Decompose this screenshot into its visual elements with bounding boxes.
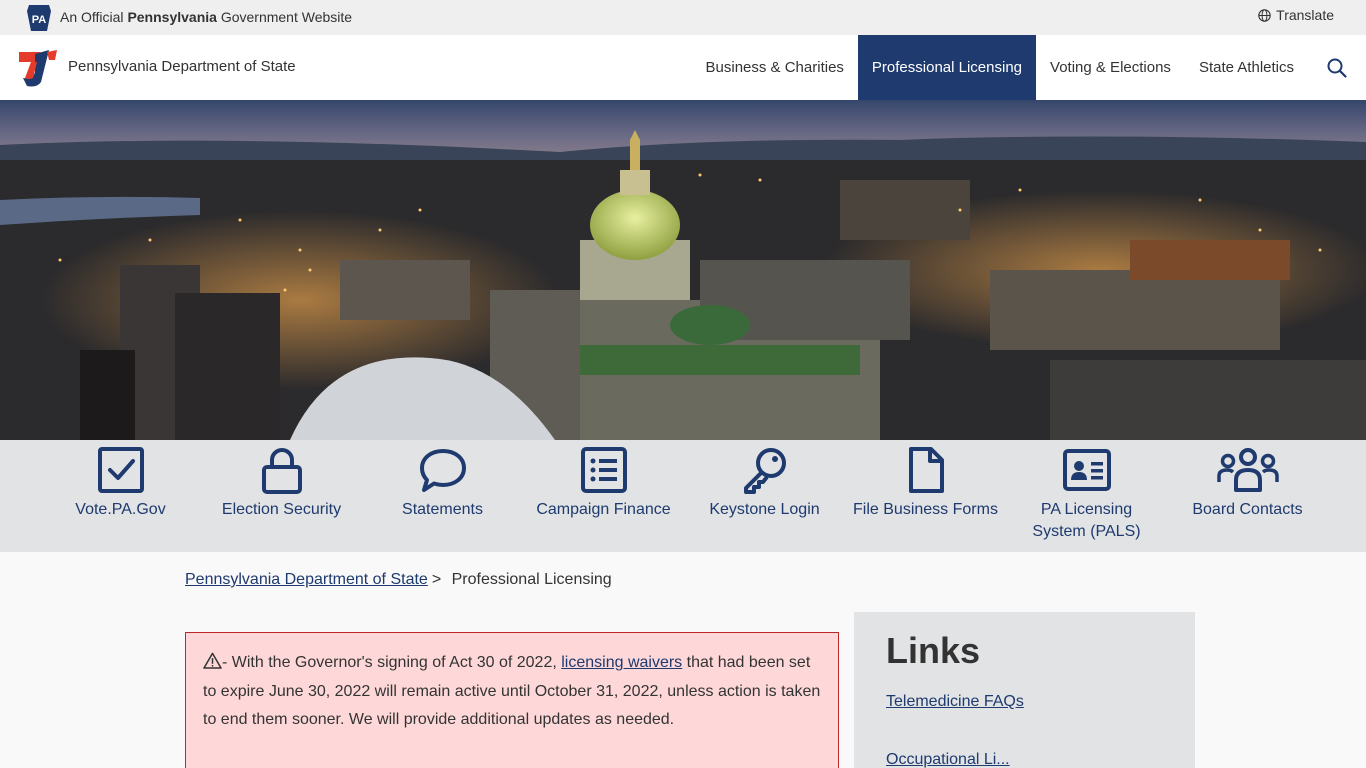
quick-link-campaign-finance[interactable]: Campaign Finance [523,440,684,552]
site-header: Pennsylvania Department of State Busines… [0,35,1366,100]
quick-link-keystone-login[interactable]: Keystone Login [699,440,830,552]
globe-icon [1258,8,1271,22]
quick-link-label: Election Security [221,501,342,518]
breadcrumb-current: Professional Licensing [451,571,612,588]
site-name[interactable]: Pennsylvania Department of State [68,58,296,75]
nav-voting-elections[interactable]: Voting & Elections [1036,35,1185,100]
department-logo-icon[interactable] [19,48,59,88]
licensing-waivers-link[interactable]: licensing waivers [561,654,682,671]
search-button[interactable] [1308,35,1366,100]
breadcrumb: Pennsylvania Department of State > Profes… [185,571,612,589]
quick-link-file-business-forms[interactable]: File Business Forms [840,440,1011,552]
quick-link-election-security[interactable]: Election Security [201,440,362,552]
nav-professional-licensing[interactable]: Professional Licensing [857,35,1037,100]
breadcrumb-home-link[interactable]: Pennsylvania Department of State [185,571,428,588]
quick-link-label: Keystone Login [709,501,820,518]
warning-icon [203,652,222,669]
translate-label: Translate [1276,7,1334,23]
search-icon [1327,58,1347,78]
links-title: Links [886,630,981,671]
hero-image [0,100,1366,440]
capitol-night-photo [0,100,1366,440]
alert-text-prefix: - With the Governor's signing of Act 30 … [222,654,562,671]
official-website-text: An Official Pennsylvania Government Webs… [60,9,353,25]
svg-text:PA: PA [32,14,47,26]
main-nav: Business & Charities Professional Licens… [692,35,1366,100]
quick-link-label: Vote.PA.Gov [75,501,166,518]
quick-link-vote-pa-gov[interactable]: Vote.PA.Gov [60,440,181,552]
checkbox-icon [97,447,144,493]
breadcrumb-separator: > [431,571,442,588]
quick-link-label: Statements [402,501,483,518]
id-card-icon [1062,449,1111,491]
official-banner: PA An Official Pennsylvania Government W… [0,0,1366,35]
link-telemedicine-faqs[interactable]: Telemedicine FAQs [886,693,1163,711]
quick-link-board-contacts[interactable]: Board Contacts [1172,440,1323,552]
translate-button[interactable]: Translate [1258,7,1334,23]
key-icon [743,448,786,494]
document-icon [908,447,944,493]
quick-link-label: Campaign Finance [536,501,671,518]
quick-link-label: PA Licensing System (PALS) [1032,501,1141,540]
quick-link-pals[interactable]: PA Licensing System (PALS) [1021,440,1152,552]
link-occupational-licensing[interactable]: Occupational Li... [886,751,1163,768]
people-group-icon [1216,448,1279,492]
quick-link-label: File Business Forms [853,501,998,518]
nav-state-athletics[interactable]: State Athletics [1185,35,1308,100]
quick-link-label: Board Contacts [1192,501,1303,518]
speech-bubble-icon [419,449,466,492]
alert-notice: - With the Governor's signing of Act 30 … [185,632,839,768]
quick-links-bar: Vote.PA.Gov Election Security Statements… [0,440,1366,552]
list-icon [580,447,627,493]
links-sidebar: Links Telemedicine FAQs Occupational Li.… [854,612,1195,768]
pa-keystone-icon: PA [27,5,51,31]
nav-business-charities[interactable]: Business & Charities [692,35,858,100]
quick-link-statements[interactable]: Statements [382,440,503,552]
lock-icon [261,448,302,494]
